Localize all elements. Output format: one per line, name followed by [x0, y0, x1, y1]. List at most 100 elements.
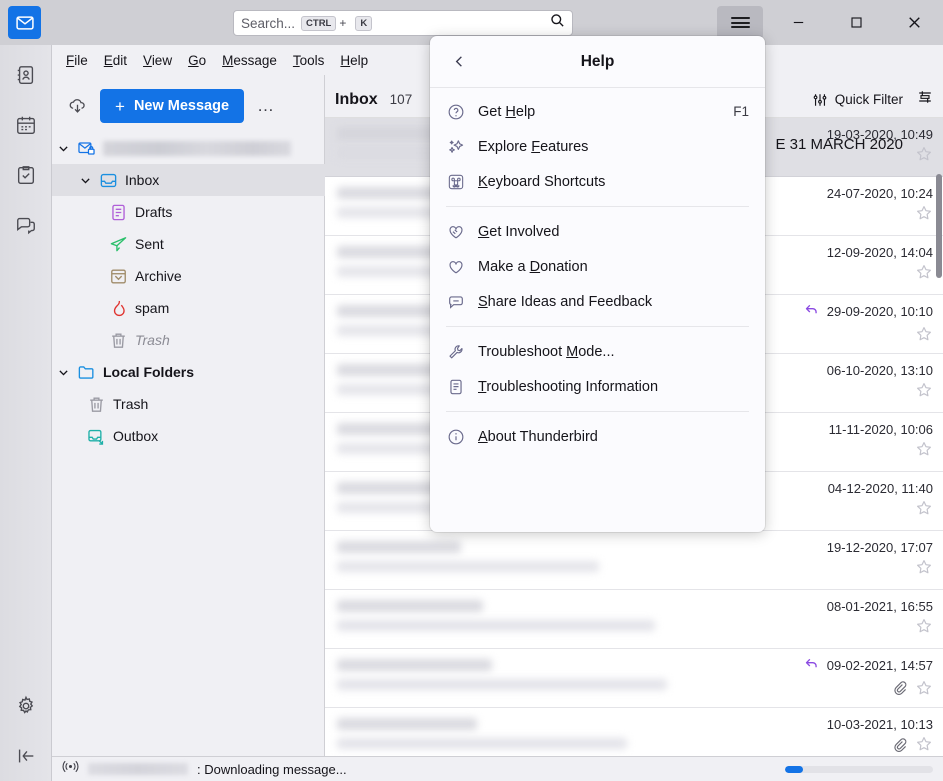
folder-row-local-folders[interactable]: Local Folders	[52, 356, 325, 388]
trash-icon	[106, 331, 130, 350]
search-shortcut-plus: +	[339, 16, 346, 30]
menu-message[interactable]: Message	[215, 50, 284, 71]
folder-row-trash-local[interactable]: Trash	[52, 388, 325, 420]
plus-icon: +	[115, 98, 125, 115]
help-item-share-ideas-and-feedback[interactable]: Share Ideas and Feedback	[430, 284, 765, 319]
column-options-icon	[917, 89, 933, 105]
menu-view[interactable]: View	[136, 50, 179, 71]
star-icon[interactable]	[915, 440, 933, 463]
minimize-icon	[791, 15, 806, 30]
star-icon[interactable]	[915, 558, 933, 581]
wrench-icon	[446, 342, 465, 361]
chevron-down-icon[interactable]	[52, 142, 74, 155]
trash-icon	[84, 395, 108, 414]
chevron-down-icon[interactable]	[74, 174, 96, 187]
quick-filter-label: Quick Filter	[835, 92, 903, 107]
get-messages-button[interactable]	[62, 91, 92, 121]
message-date: 12-09-2020, 14:04	[827, 245, 933, 260]
help-item-make-a-donation[interactable]: Make a Donation	[430, 249, 765, 284]
local-folder-icon	[74, 363, 98, 382]
folder-row-inbox[interactable]: Inbox	[52, 164, 325, 196]
message-list-scrollbar[interactable]	[935, 118, 943, 756]
table-row[interactable]: 19-12-2020, 17:07	[325, 531, 943, 590]
star-icon[interactable]	[915, 679, 933, 702]
menu-go[interactable]: Go	[181, 50, 213, 71]
star-icon[interactable]	[915, 735, 933, 758]
close-button[interactable]	[885, 0, 943, 45]
folder-label-drafts: Drafts	[135, 204, 172, 220]
folder-label-inbox: Inbox	[125, 172, 159, 188]
spaces-item-calendar[interactable]	[0, 100, 52, 150]
message-preview-redacted	[333, 538, 788, 583]
keyboard-command-icon	[446, 172, 465, 191]
table-row[interactable]: 09-02-2021, 14:57	[325, 649, 943, 708]
calendar-icon	[15, 114, 37, 136]
spaces-item-mail[interactable]	[0, 0, 52, 50]
search-icon	[550, 13, 565, 33]
help-item-shortcut: F1	[733, 104, 749, 119]
folder-row-spam[interactable]: spam	[52, 292, 325, 324]
help-item-keyboard-shortcuts[interactable]: Keyboard Shortcuts	[430, 164, 765, 199]
folder-row-account[interactable]	[52, 132, 325, 164]
star-icon[interactable]	[915, 204, 933, 227]
message-date: 10-03-2021, 10:13	[827, 717, 933, 732]
message-preview-redacted	[333, 597, 788, 642]
spaces-item-mail-active[interactable]	[0, 45, 52, 95]
info-circle-icon	[446, 427, 465, 446]
star-icon[interactable]	[915, 325, 933, 348]
help-item-get-involved[interactable]: Get Involved	[430, 214, 765, 249]
spaces-item-chat[interactable]	[0, 200, 52, 250]
hamburger-menu-icon	[717, 6, 763, 39]
spaces-item-settings[interactable]	[0, 681, 52, 731]
help-panel-header: Help	[430, 36, 765, 88]
spaces-toolbar	[0, 45, 52, 781]
folder-row-archive[interactable]: Archive	[52, 260, 325, 292]
chevron-down-icon[interactable]	[52, 366, 74, 379]
help-item-about-thunderbird[interactable]: About Thunderbird	[430, 419, 765, 454]
collapse-panel-button[interactable]	[0, 731, 52, 781]
document-info-icon	[446, 377, 465, 396]
menu-help[interactable]: Help	[333, 50, 375, 71]
help-item-label: Keyboard Shortcuts	[478, 174, 605, 190]
star-icon[interactable]	[915, 617, 933, 640]
message-meta: 12-09-2020, 14:04	[750, 236, 935, 295]
speech-bubble-icon	[446, 292, 465, 311]
star-icon[interactable]	[915, 381, 933, 404]
menu-edit[interactable]: Edit	[97, 50, 134, 71]
maximize-icon	[849, 15, 864, 30]
menu-tools[interactable]: Tools	[286, 50, 332, 71]
star-icon[interactable]	[915, 263, 933, 286]
quick-filter-button[interactable]: Quick Filter	[812, 92, 903, 108]
spaces-item-tasks[interactable]	[0, 150, 52, 200]
scrollbar-thumb[interactable]	[936, 174, 942, 278]
outbox-icon	[84, 427, 108, 446]
message-meta: 11-11-2020, 10:06	[750, 413, 935, 472]
message-date: 24-07-2020, 10:24	[827, 186, 933, 201]
help-item-troubleshooting-information[interactable]: Troubleshooting Information	[430, 369, 765, 404]
heart-icon	[446, 257, 465, 276]
message-meta: 06-10-2020, 13:10	[750, 354, 935, 413]
help-item-explore-features[interactable]: Explore Features	[430, 129, 765, 164]
back-button[interactable]	[444, 47, 474, 77]
folder-row-drafts[interactable]: Drafts	[52, 196, 325, 228]
maximize-button[interactable]	[827, 0, 885, 45]
search-input[interactable]: Search... CTRL + K	[233, 10, 573, 36]
help-panel-body: Get Help F1 Explore Features	[430, 88, 765, 460]
column-options-button[interactable]	[917, 89, 933, 110]
folder-row-trash-account[interactable]: Trash	[52, 324, 325, 356]
help-item-get-help[interactable]: Get Help F1	[430, 94, 765, 129]
menu-separator	[446, 411, 749, 412]
new-message-button[interactable]: + New Message	[100, 89, 244, 123]
minimize-button[interactable]	[769, 0, 827, 45]
folder-row-sent[interactable]: Sent	[52, 228, 325, 260]
help-item-troubleshoot-mode[interactable]: Troubleshoot Mode...	[430, 334, 765, 369]
star-icon[interactable]	[915, 499, 933, 522]
more-options-button[interactable]: …	[252, 92, 280, 120]
message-preview-redacted	[333, 715, 788, 760]
menu-file[interactable]: File	[59, 50, 95, 71]
help-item-label: Explore Features	[478, 139, 588, 155]
folder-row-outbox[interactable]: Outbox	[52, 420, 325, 452]
message-date: 06-10-2020, 13:10	[827, 363, 933, 378]
table-row[interactable]: 08-01-2021, 16:55	[325, 590, 943, 649]
star-icon[interactable]	[915, 145, 933, 168]
